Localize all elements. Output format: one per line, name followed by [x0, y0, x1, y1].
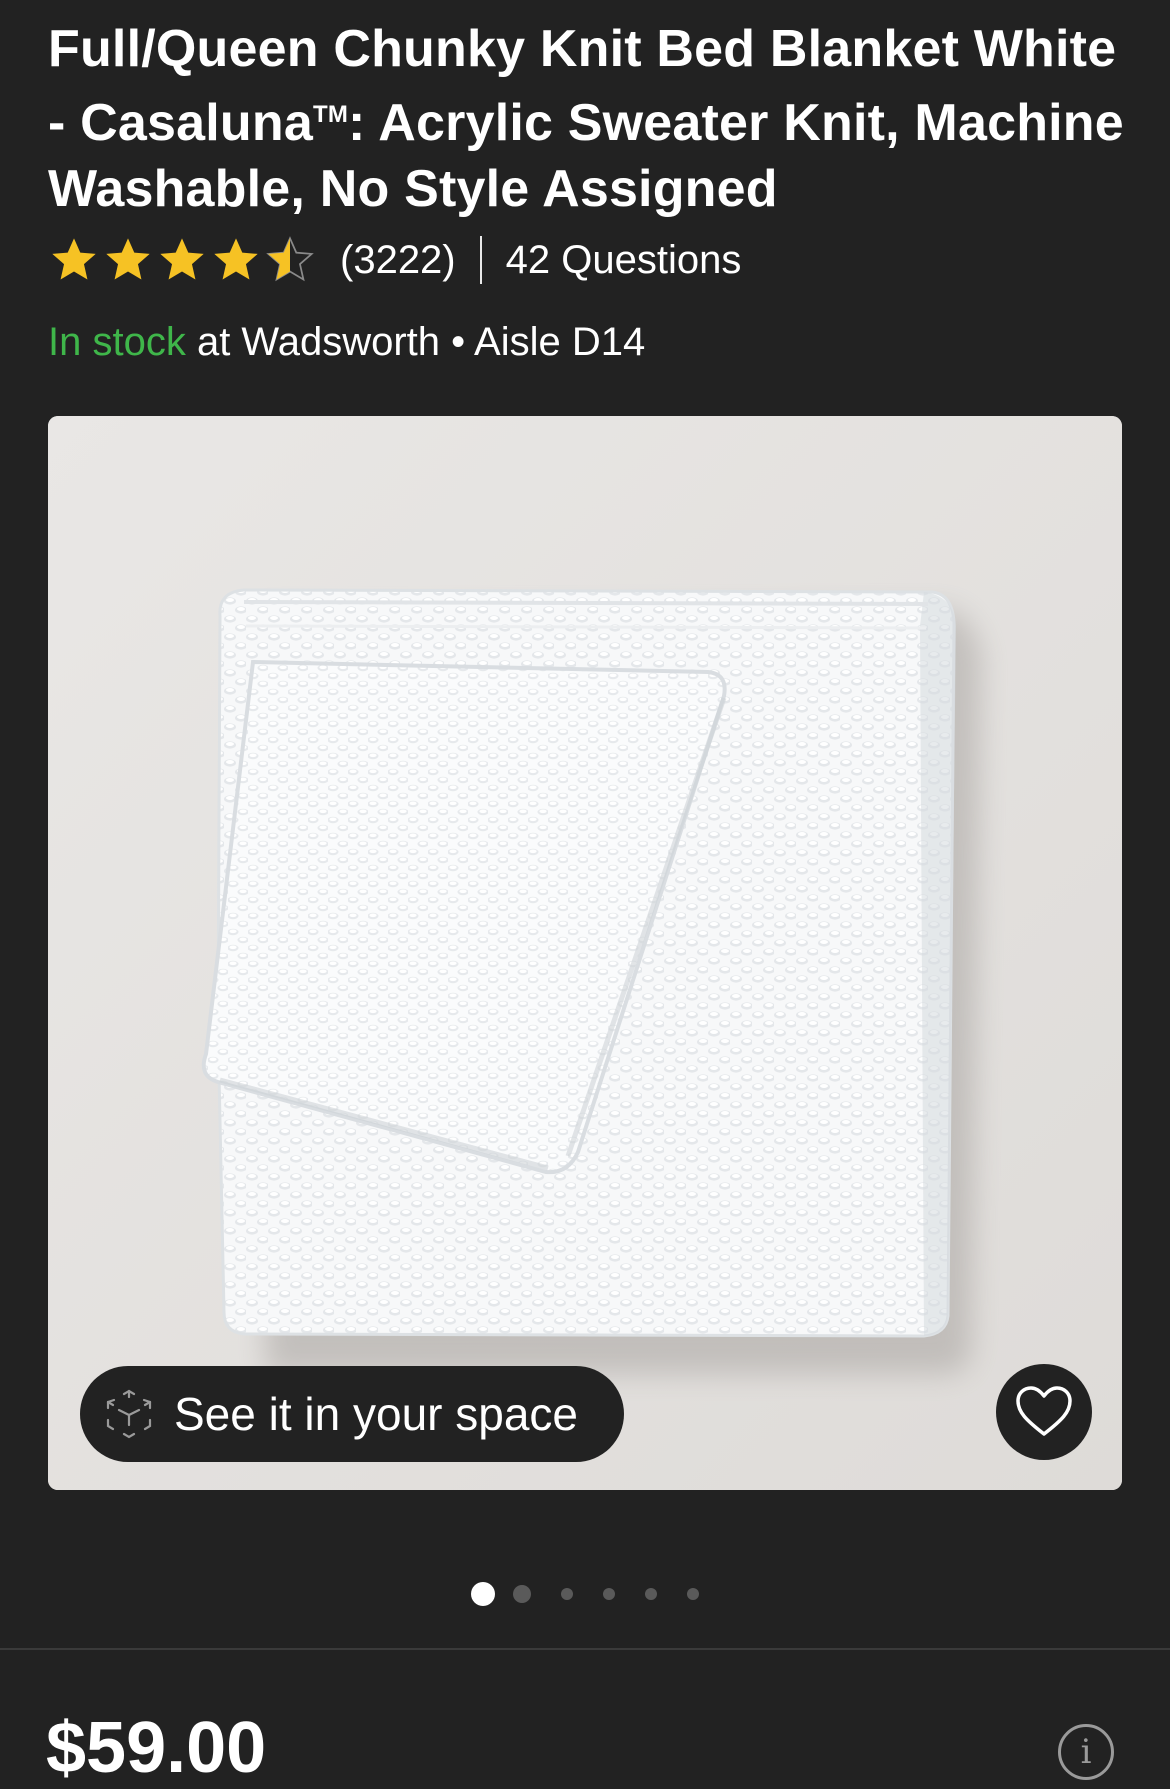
heart-icon: [1016, 1386, 1072, 1436]
star-icon: [160, 238, 204, 280]
star-icon: [52, 238, 96, 280]
store-location: at Wadsworth • Aisle D14: [185, 320, 646, 364]
star-rating: [48, 234, 318, 286]
star-icon: [214, 238, 258, 280]
product-price: $59.00: [46, 1708, 267, 1788]
rating-row[interactable]: (3222) 42 Questions: [48, 232, 741, 288]
trademark-symbol: TM: [312, 101, 349, 128]
favorite-button[interactable]: [996, 1364, 1092, 1460]
half-star-icon: [266, 236, 314, 282]
section-divider: [0, 1648, 1170, 1650]
carousel-pagination: [0, 1582, 1170, 1606]
rating-count[interactable]: (3222): [340, 238, 456, 283]
carousel-dot[interactable]: [561, 1588, 573, 1600]
product-detail-page: Full/Queen Chunky Knit Bed Blanket White…: [0, 0, 1170, 1789]
product-title: Full/Queen Chunky Knit Bed Blanket White…: [48, 16, 1128, 222]
stock-status[interactable]: In stock at Wadsworth • Aisle D14: [48, 316, 645, 368]
carousel-dot[interactable]: [687, 1588, 699, 1600]
star-icon: [106, 238, 150, 280]
in-stock-label: In stock: [48, 320, 186, 364]
cube-ar-icon: [106, 1389, 152, 1439]
info-icon[interactable]: i: [1058, 1724, 1114, 1780]
product-image-carousel[interactable]: See it in your space: [48, 416, 1122, 1490]
carousel-dot[interactable]: [603, 1588, 615, 1600]
product-image: [48, 416, 1122, 1490]
carousel-dot-active[interactable]: [471, 1582, 495, 1606]
carousel-dot[interactable]: [513, 1585, 531, 1603]
ar-button-label: See it in your space: [174, 1388, 579, 1440]
questions-link[interactable]: 42 Questions: [506, 238, 742, 283]
divider: [479, 236, 482, 284]
carousel-dot[interactable]: [645, 1588, 657, 1600]
see-it-in-your-space-button[interactable]: See it in your space: [80, 1366, 624, 1462]
